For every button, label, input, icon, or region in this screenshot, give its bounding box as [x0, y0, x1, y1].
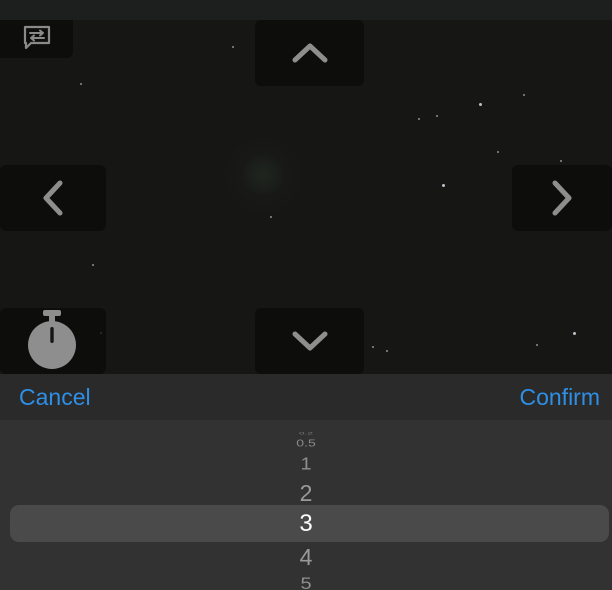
star — [386, 350, 388, 352]
star — [560, 160, 562, 162]
chevron-up-icon — [292, 42, 328, 64]
cancel-button[interactable]: Cancel — [19, 384, 91, 411]
value-picker[interactable]: 0.2 0.5 1 2 3 4 5 — [0, 420, 612, 590]
chat-toggle-button[interactable] — [0, 20, 73, 58]
star — [80, 83, 82, 85]
move-left-button[interactable] — [0, 165, 106, 231]
picker-option[interactable]: 0.2 — [0, 432, 612, 436]
chevron-right-icon — [551, 180, 573, 216]
timer-button[interactable] — [0, 308, 106, 374]
star — [536, 344, 538, 346]
picker-option[interactable]: 5 — [0, 575, 612, 590]
star — [232, 46, 234, 48]
star — [479, 103, 482, 106]
star — [418, 118, 420, 120]
star — [497, 151, 499, 153]
star — [523, 94, 525, 96]
status-bar — [0, 0, 612, 20]
picker-option[interactable]: 1 — [0, 454, 612, 474]
star — [270, 216, 272, 218]
chat-swap-icon — [22, 24, 52, 55]
confirm-button[interactable]: Confirm — [519, 384, 600, 411]
picker-option[interactable]: 0.5 — [0, 437, 612, 449]
star — [436, 115, 438, 117]
picker-toolbar: Cancel Confirm — [0, 374, 612, 420]
chevron-down-icon — [292, 330, 328, 352]
move-down-button[interactable] — [255, 308, 364, 374]
move-up-button[interactable] — [255, 20, 364, 86]
star — [372, 346, 374, 348]
picker-option[interactable]: 4 — [0, 544, 612, 570]
chevron-left-icon — [42, 180, 64, 216]
star — [573, 332, 576, 335]
picker-option[interactable]: 2 — [0, 480, 612, 506]
star — [92, 264, 94, 266]
move-right-button[interactable] — [512, 165, 612, 231]
picker-option-selected[interactable]: 3 — [0, 511, 612, 537]
star — [442, 184, 445, 187]
